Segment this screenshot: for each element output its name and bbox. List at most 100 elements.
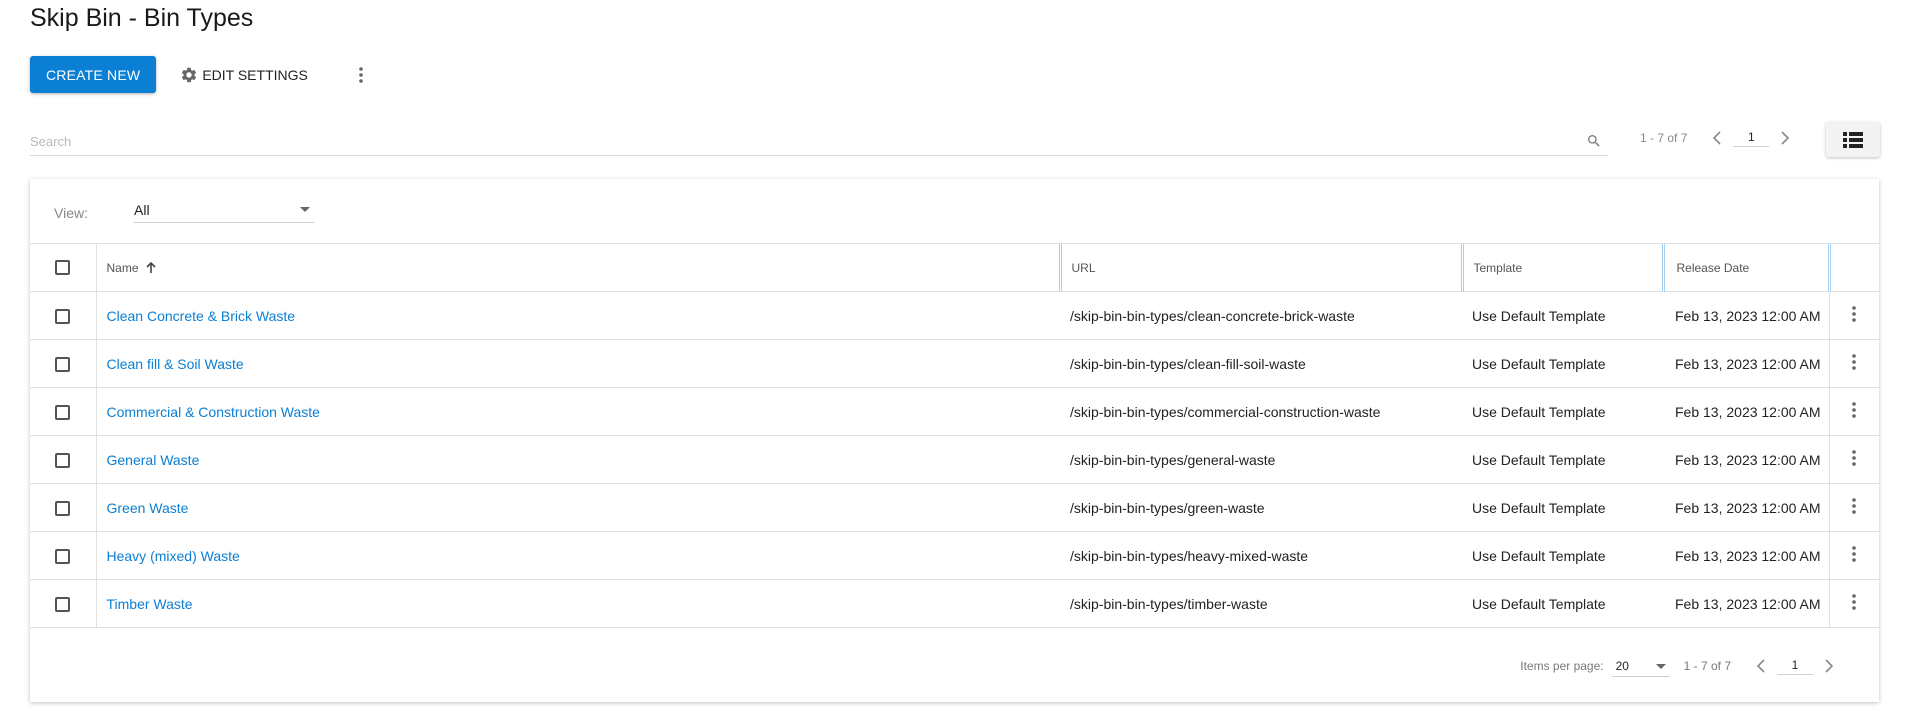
url-cell: /skip-bin-bin-types/heavy-mixed-waste: [1060, 531, 1462, 580]
row-select-cell: [30, 339, 97, 388]
release-date-cell: Feb 13, 2023 12:00 AM: [1663, 291, 1829, 340]
row-actions-cell: [1828, 435, 1879, 484]
view-label: View:: [54, 205, 88, 221]
name-cell: Green Waste: [96, 483, 1060, 532]
row-checkbox[interactable]: [55, 596, 71, 612]
row-checkbox[interactable]: [55, 548, 71, 564]
template-cell: Use Default Template: [1462, 339, 1663, 388]
table-row[interactable]: General Waste /skip-bin-bin-types/genera…: [30, 435, 1879, 484]
bin-type-name-link[interactable]: Heavy (mixed) Waste: [107, 548, 240, 564]
pagination-range: 1 - 7 of 7: [1640, 131, 1688, 145]
row-checkbox[interactable]: [55, 452, 71, 468]
name-cell: Clean Concrete & Brick Waste: [96, 291, 1060, 340]
row-actions-cell: [1828, 483, 1879, 532]
name-cell: Clean fill & Soil Waste: [96, 339, 1060, 388]
more-vert-icon[interactable]: [1851, 593, 1857, 611]
url-cell: /skip-bin-bin-types/commercial-construct…: [1060, 387, 1462, 436]
table-row[interactable]: Clean fill & Soil Waste /skip-bin-bin-ty…: [30, 339, 1879, 388]
table-row[interactable]: Green Waste /skip-bin-bin-types/green-wa…: [30, 483, 1879, 532]
more-vert-icon: [359, 66, 363, 83]
more-vert-icon[interactable]: [1851, 449, 1857, 467]
template-cell: Use Default Template: [1462, 579, 1663, 628]
column-header-actions: [1829, 243, 1879, 292]
template-cell: Use Default Template: [1462, 531, 1663, 580]
view-select[interactable]: All: [134, 197, 314, 223]
row-select-cell: [30, 483, 97, 532]
more-vert-icon[interactable]: [1851, 545, 1857, 563]
url-cell: /skip-bin-bin-types/clean-fill-soil-wast…: [1060, 339, 1462, 388]
next-page-button[interactable]: [1817, 654, 1841, 678]
more-vert-icon[interactable]: [1851, 497, 1857, 515]
chevron-right-icon: [1781, 131, 1790, 145]
select-all-checkbox[interactable]: [55, 260, 71, 276]
row-checkbox[interactable]: [55, 308, 71, 324]
table-row[interactable]: Heavy (mixed) Waste /skip-bin-bin-types/…: [30, 531, 1879, 580]
row-select-cell: [30, 291, 97, 340]
view-filter-row: View: All: [30, 179, 1879, 243]
url-cell: /skip-bin-bin-types/clean-concrete-brick…: [1060, 291, 1462, 340]
column-header-name[interactable]: Name: [96, 243, 1062, 292]
row-select-cell: [30, 531, 97, 580]
row-checkbox[interactable]: [55, 404, 71, 420]
name-cell: Commercial & Construction Waste: [96, 387, 1060, 436]
release-date-cell: Feb 13, 2023 12:00 AM: [1663, 339, 1829, 388]
bin-type-name-link[interactable]: Commercial & Construction Waste: [107, 404, 320, 420]
row-checkbox[interactable]: [55, 500, 71, 516]
pagination-range: 1 - 7 of 7: [1683, 659, 1731, 673]
row-checkbox[interactable]: [55, 356, 71, 372]
select-all-cell: [30, 243, 97, 292]
next-page-button[interactable]: [1773, 126, 1797, 150]
items-per-page-select[interactable]: 20: [1611, 655, 1670, 677]
bin-types-card: View: All Name URL Template Release Date: [30, 179, 1879, 702]
more-vert-icon[interactable]: [1851, 305, 1857, 323]
table-row[interactable]: Commercial & Construction Waste /skip-bi…: [30, 387, 1879, 436]
dropdown-caret-icon: [300, 207, 310, 212]
top-pagination: 1 - 7 of 7 1: [1640, 126, 1797, 150]
page-title: Skip Bin - Bin Types: [30, 4, 254, 32]
row-actions-cell: [1828, 387, 1879, 436]
url-cell: /skip-bin-bin-types/general-waste: [1060, 435, 1462, 484]
gear-icon: [182, 67, 197, 82]
page-number-input[interactable]: 1: [1733, 130, 1770, 147]
template-cell: Use Default Template: [1462, 435, 1663, 484]
bin-type-name-link[interactable]: Clean Concrete & Brick Waste: [107, 308, 296, 324]
row-select-cell: [30, 579, 97, 628]
arrow-up-icon: [146, 262, 156, 274]
url-cell: /skip-bin-bin-types/green-waste: [1060, 483, 1462, 532]
list-view-toggle[interactable]: [1826, 122, 1880, 157]
page-number-input[interactable]: 1: [1777, 658, 1813, 675]
row-select-cell: [30, 435, 97, 484]
prev-page-button[interactable]: [1705, 126, 1729, 150]
bin-type-name-link[interactable]: Green Waste: [107, 500, 189, 516]
bin-type-name-link[interactable]: Timber Waste: [107, 596, 193, 612]
edit-settings-button[interactable]: EDIT SETTINGS: [170, 56, 318, 93]
bin-types-table: Name URL Template Release Date Clean Con…: [30, 243, 1879, 628]
search-input[interactable]: [30, 128, 1570, 154]
row-actions-cell: [1828, 531, 1879, 580]
items-per-page-value: 20: [1615, 658, 1629, 673]
more-vert-icon[interactable]: [1851, 353, 1857, 371]
column-header-url[interactable]: URL: [1060, 243, 1464, 292]
bin-type-name-link[interactable]: General Waste: [107, 452, 200, 468]
name-cell: General Waste: [96, 435, 1060, 484]
toolbar: CREATE NEW EDIT SETTINGS: [30, 56, 376, 93]
table-header-row: Name URL Template Release Date: [30, 243, 1879, 292]
bin-type-name-link[interactable]: Clean fill & Soil Waste: [107, 356, 244, 372]
footer-pagination: Items per page: 20 1 - 7 of 7 1: [1520, 654, 1841, 678]
table-row[interactable]: Clean Concrete & Brick Waste /skip-bin-b…: [30, 291, 1879, 340]
template-cell: Use Default Template: [1462, 387, 1663, 436]
chevron-left-icon: [1756, 659, 1765, 673]
chevron-right-icon: [1825, 659, 1834, 673]
create-new-button[interactable]: CREATE NEW: [30, 56, 157, 93]
release-date-cell: Feb 13, 2023 12:00 AM: [1663, 387, 1829, 436]
search-icon[interactable]: [1586, 133, 1602, 149]
column-header-release-date[interactable]: Release Date: [1663, 243, 1831, 292]
more-vert-icon[interactable]: [1851, 401, 1857, 419]
prev-page-button[interactable]: [1749, 654, 1773, 678]
items-per-page-label: Items per page:: [1520, 659, 1604, 673]
more-actions-button[interactable]: [346, 56, 376, 93]
row-select-cell: [30, 387, 97, 436]
table-row[interactable]: Timber Waste /skip-bin-bin-types/timber-…: [30, 579, 1879, 628]
row-actions-cell: [1828, 339, 1879, 388]
column-header-template[interactable]: Template: [1462, 243, 1665, 292]
